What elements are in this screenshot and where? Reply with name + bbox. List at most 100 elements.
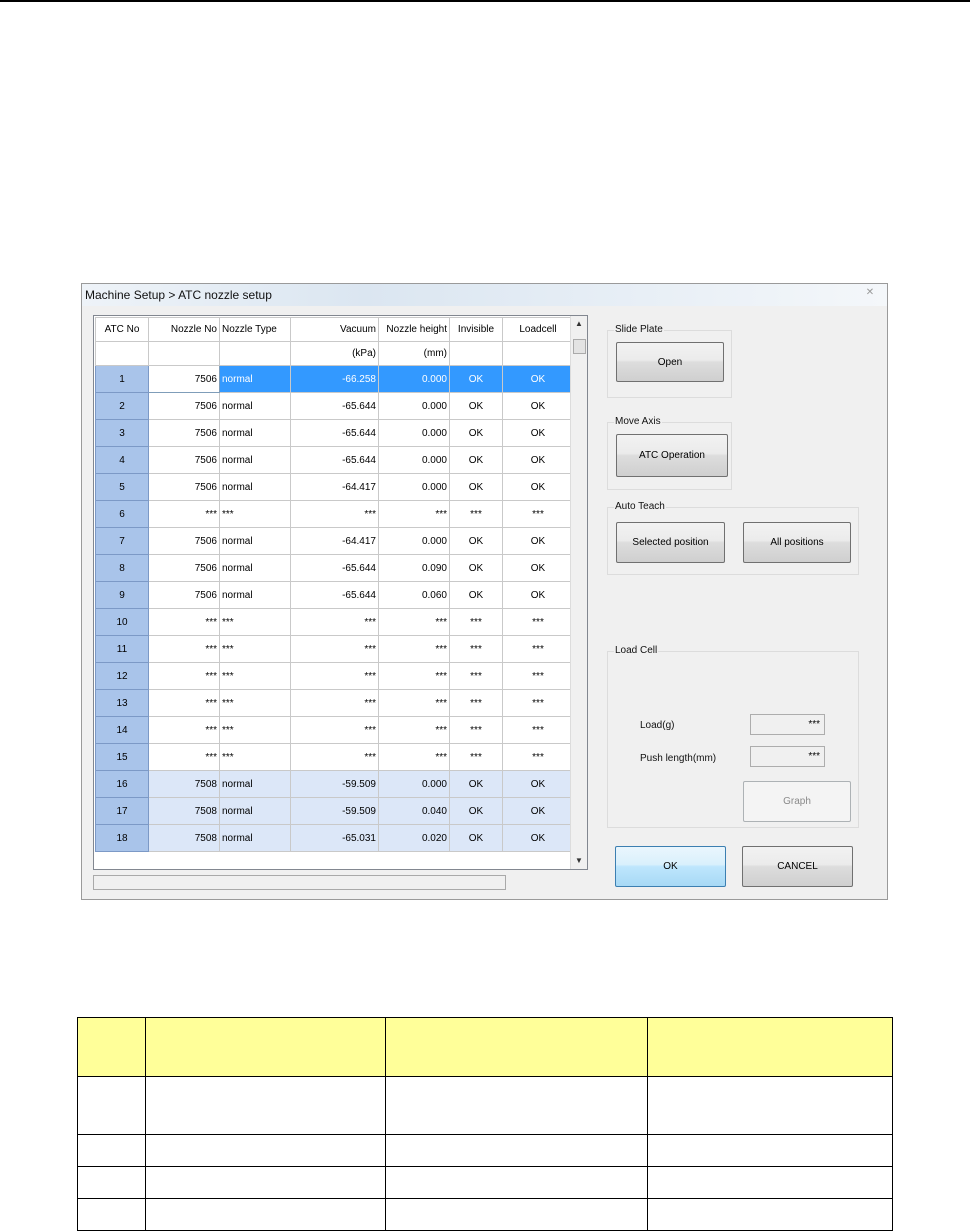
ok-button[interactable]: OK <box>615 846 726 887</box>
loadcell-cell[interactable]: OK <box>502 419 574 447</box>
atc-no-cell[interactable]: 2 <box>95 392 149 420</box>
invisible-cell[interactable]: OK <box>449 824 503 852</box>
loadcell-cell[interactable]: *** <box>502 500 574 528</box>
nozzle-height-cell[interactable]: 0.000 <box>378 446 450 474</box>
nozzle-height-cell[interactable]: 0.000 <box>378 473 450 501</box>
vacuum-cell[interactable]: *** <box>290 635 379 663</box>
atc-operation-button[interactable]: ATC Operation <box>616 434 728 477</box>
invisible-cell[interactable]: OK <box>449 473 503 501</box>
nozzle-no-cell[interactable]: 7508 <box>148 824 220 852</box>
invisible-cell[interactable]: *** <box>449 635 503 663</box>
atc-no-cell[interactable]: 12 <box>95 662 149 690</box>
nozzle-no-cell[interactable]: 7506 <box>148 581 220 609</box>
column-header-nozzle-type[interactable]: Nozzle Type <box>219 317 291 342</box>
nozzle-height-cell[interactable]: *** <box>378 689 450 717</box>
table-row[interactable]: 3 7506 normal -65.644 0.000 OK OK <box>95 419 574 447</box>
atc-no-cell[interactable]: 5 <box>95 473 149 501</box>
vacuum-cell[interactable]: -65.644 <box>290 446 379 474</box>
nozzle-no-cell[interactable]: 7508 <box>148 770 220 798</box>
nozzle-type-cell[interactable]: normal <box>219 824 291 852</box>
nozzle-type-cell[interactable]: normal <box>219 446 291 474</box>
graph-button[interactable]: Graph <box>743 781 851 822</box>
open-button[interactable]: Open <box>616 342 724 382</box>
atc-no-cell[interactable]: 18 <box>95 824 149 852</box>
nozzle-height-cell[interactable]: *** <box>378 743 450 771</box>
loadcell-cell[interactable]: *** <box>502 689 574 717</box>
atc-no-cell[interactable]: 15 <box>95 743 149 771</box>
selected-position-button[interactable]: Selected position <box>616 522 725 563</box>
nozzle-height-cell[interactable]: *** <box>378 716 450 744</box>
nozzle-no-cell[interactable]: *** <box>148 608 220 636</box>
nozzle-type-cell[interactable]: *** <box>219 608 291 636</box>
nozzle-height-cell[interactable]: 0.060 <box>378 581 450 609</box>
loadcell-cell[interactable]: OK <box>502 365 574 393</box>
loadcell-cell[interactable]: OK <box>502 824 574 852</box>
column-header-nozzle-no[interactable]: Nozzle No <box>148 317 220 342</box>
column-header-invisible[interactable]: Invisible <box>449 317 503 342</box>
table-row[interactable]: 18 7508 normal -65.031 0.020 OK OK <box>95 824 574 852</box>
invisible-cell[interactable]: OK <box>449 446 503 474</box>
scroll-thumb[interactable] <box>573 339 586 354</box>
nozzle-type-cell[interactable]: normal <box>219 554 291 582</box>
vacuum-cell[interactable]: -66.258 <box>290 365 379 393</box>
nozzle-type-cell[interactable]: normal <box>219 770 291 798</box>
invisible-cell[interactable]: OK <box>449 365 503 393</box>
invisible-cell[interactable]: *** <box>449 743 503 771</box>
table-row[interactable]: 17 7508 normal -59.509 0.040 OK OK <box>95 797 574 825</box>
atc-no-cell[interactable]: 14 <box>95 716 149 744</box>
atc-nozzle-grid[interactable]: ATC No Nozzle No Nozzle Type Vacuum Nozz… <box>93 315 588 870</box>
grid-vertical-scrollbar[interactable]: ▲ ▼ <box>570 316 587 869</box>
nozzle-height-cell[interactable]: 0.000 <box>378 419 450 447</box>
nozzle-no-cell[interactable]: 7506 <box>148 419 220 447</box>
loadcell-cell[interactable]: OK <box>502 392 574 420</box>
column-header-nozzle-height[interactable]: Nozzle height <box>378 317 450 342</box>
nozzle-type-cell[interactable]: normal <box>219 365 291 393</box>
table-row[interactable]: 14 *** *** *** *** *** *** <box>95 716 574 744</box>
atc-no-cell[interactable]: 10 <box>95 608 149 636</box>
nozzle-type-cell[interactable]: normal <box>219 419 291 447</box>
column-header-atc-no[interactable]: ATC No <box>95 317 149 342</box>
nozzle-type-cell[interactable]: *** <box>219 716 291 744</box>
nozzle-height-cell[interactable]: 0.000 <box>378 527 450 555</box>
loadcell-cell[interactable]: *** <box>502 635 574 663</box>
nozzle-no-cell[interactable]: *** <box>148 500 220 528</box>
vacuum-cell[interactable]: *** <box>290 716 379 744</box>
scroll-down-icon[interactable]: ▼ <box>571 853 587 869</box>
loadcell-cell[interactable]: *** <box>502 662 574 690</box>
table-row[interactable]: 15 *** *** *** *** *** *** <box>95 743 574 771</box>
vacuum-cell[interactable]: -65.644 <box>290 392 379 420</box>
invisible-cell[interactable]: *** <box>449 662 503 690</box>
loadcell-cell[interactable]: OK <box>502 446 574 474</box>
table-row[interactable]: 9 7506 normal -65.644 0.060 OK OK <box>95 581 574 609</box>
loadcell-cell[interactable]: OK <box>502 554 574 582</box>
vacuum-cell[interactable]: *** <box>290 500 379 528</box>
invisible-cell[interactable]: OK <box>449 770 503 798</box>
table-row[interactable]: 4 7506 normal -65.644 0.000 OK OK <box>95 446 574 474</box>
table-row[interactable]: 16 7508 normal -59.509 0.000 OK OK <box>95 770 574 798</box>
nozzle-height-cell[interactable]: *** <box>378 662 450 690</box>
invisible-cell[interactable]: OK <box>449 419 503 447</box>
invisible-cell[interactable]: *** <box>449 716 503 744</box>
invisible-cell[interactable]: *** <box>449 608 503 636</box>
vacuum-cell[interactable]: -65.644 <box>290 554 379 582</box>
invisible-cell[interactable]: *** <box>449 689 503 717</box>
nozzle-no-cell[interactable]: *** <box>148 743 220 771</box>
nozzle-no-cell[interactable]: 7506 <box>148 392 220 420</box>
atc-no-cell[interactable]: 7 <box>95 527 149 555</box>
nozzle-no-cell[interactable]: 7506 <box>148 446 220 474</box>
atc-no-cell[interactable]: 1 <box>95 365 149 393</box>
nozzle-type-cell[interactable]: *** <box>219 662 291 690</box>
nozzle-no-cell[interactable]: 7508 <box>148 797 220 825</box>
table-row[interactable]: 1 7506 normal -66.258 0.000 OK OK <box>95 365 574 393</box>
table-row[interactable]: 6 *** *** *** *** *** *** <box>95 500 574 528</box>
table-row[interactable]: 7 7506 normal -64.417 0.000 OK OK <box>95 527 574 555</box>
vacuum-cell[interactable]: -65.031 <box>290 824 379 852</box>
vacuum-cell[interactable]: -65.644 <box>290 419 379 447</box>
atc-no-cell[interactable]: 3 <box>95 419 149 447</box>
table-row[interactable]: 11 *** *** *** *** *** *** <box>95 635 574 663</box>
nozzle-no-cell[interactable]: 7506 <box>148 527 220 555</box>
vacuum-cell[interactable]: -64.417 <box>290 473 379 501</box>
nozzle-no-cell[interactable]: *** <box>148 716 220 744</box>
atc-no-cell[interactable]: 17 <box>95 797 149 825</box>
nozzle-no-cell[interactable]: 7506 <box>148 473 220 501</box>
